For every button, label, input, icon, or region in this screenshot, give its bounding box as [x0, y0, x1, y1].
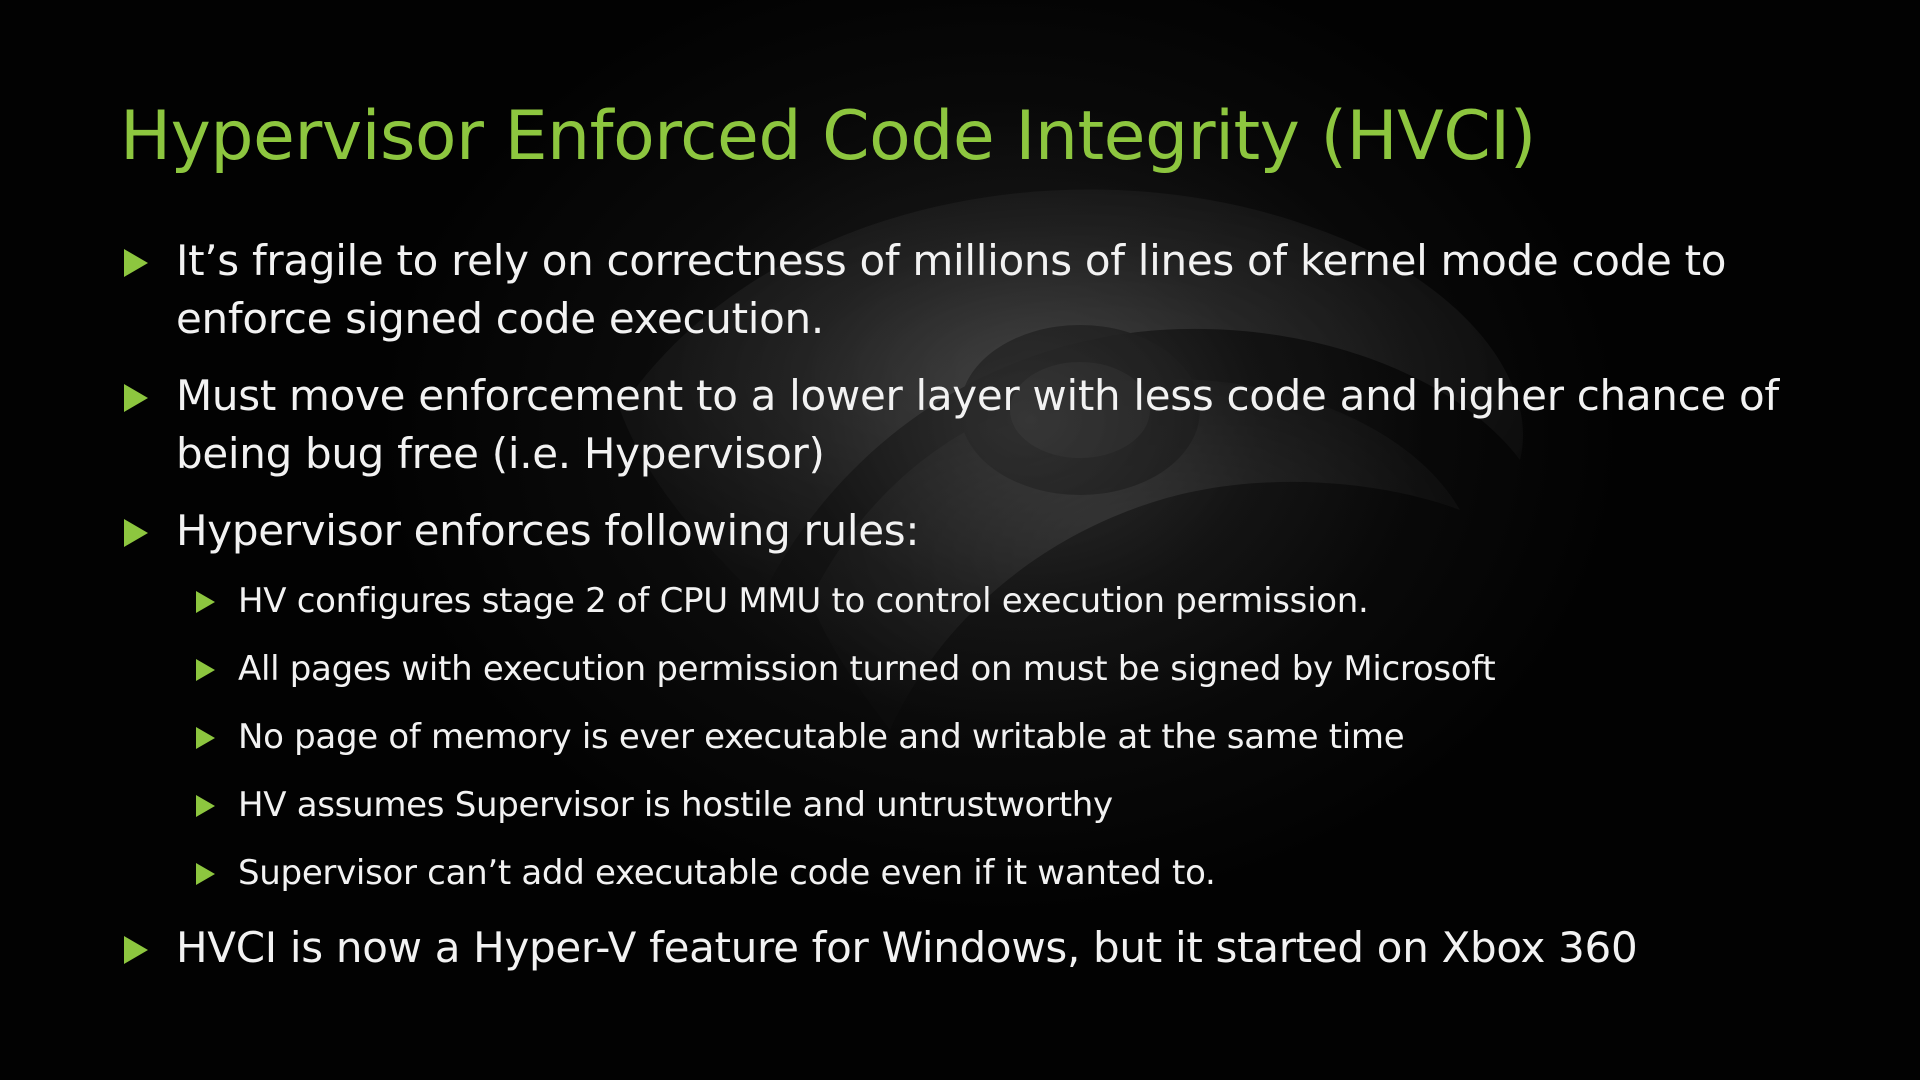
sub-bullet-item: HV configures stage 2 of CPU MMU to cont… — [120, 579, 1820, 624]
sub-bullet-arrow-icon — [196, 591, 215, 613]
sub-bullet-item: Supervisor can’t add executable code eve… — [120, 851, 1820, 896]
sub-bullet-item: No page of memory is ever executable and… — [120, 715, 1820, 760]
sub-bullet-arrow-icon — [196, 659, 215, 681]
bullet-item: It’s fragile to rely on correctness of m… — [120, 232, 1820, 348]
sub-bullet-text: No page of memory is ever executable and… — [238, 717, 1405, 757]
bullet-item: HVCI is now a Hyper-V feature for Window… — [120, 919, 1820, 977]
sub-bullet-arrow-icon — [196, 795, 215, 817]
bullet-item: Must move enforcement to a lower layer w… — [120, 367, 1820, 483]
sub-bullet-text: HV configures stage 2 of CPU MMU to cont… — [238, 581, 1369, 621]
sub-bullet-arrow-icon — [196, 863, 215, 885]
bullet-arrow-icon — [124, 519, 148, 547]
sub-bullet-item: HV assumes Supervisor is hostile and unt… — [120, 783, 1820, 828]
sub-bullet-text: Supervisor can’t add executable code eve… — [238, 853, 1216, 893]
sub-bullet-arrow-icon — [196, 727, 215, 749]
bullet-text: It’s fragile to rely on correctness of m… — [176, 236, 1727, 343]
bullet-arrow-icon — [124, 936, 148, 964]
slide-title: Hypervisor Enforced Code Integrity (HVCI… — [120, 97, 1536, 176]
bullet-arrow-icon — [124, 249, 148, 277]
bullet-text: HVCI is now a Hyper-V feature for Window… — [176, 923, 1638, 972]
sub-bullet-item: All pages with execution permission turn… — [120, 647, 1820, 692]
bullet-text: Hypervisor enforces following rules: — [176, 506, 920, 555]
bullet-text: Must move enforcement to a lower layer w… — [176, 371, 1779, 478]
bullet-item: Hypervisor enforces following rules: — [120, 502, 1820, 560]
sub-bullet-text: All pages with execution permission turn… — [238, 649, 1496, 689]
bullet-list: It’s fragile to rely on correctness of m… — [120, 232, 1820, 996]
presentation-slide: Hypervisor Enforced Code Integrity (HVCI… — [0, 0, 1920, 1080]
bullet-arrow-icon — [124, 384, 148, 412]
sub-bullet-text: HV assumes Supervisor is hostile and unt… — [238, 785, 1113, 825]
